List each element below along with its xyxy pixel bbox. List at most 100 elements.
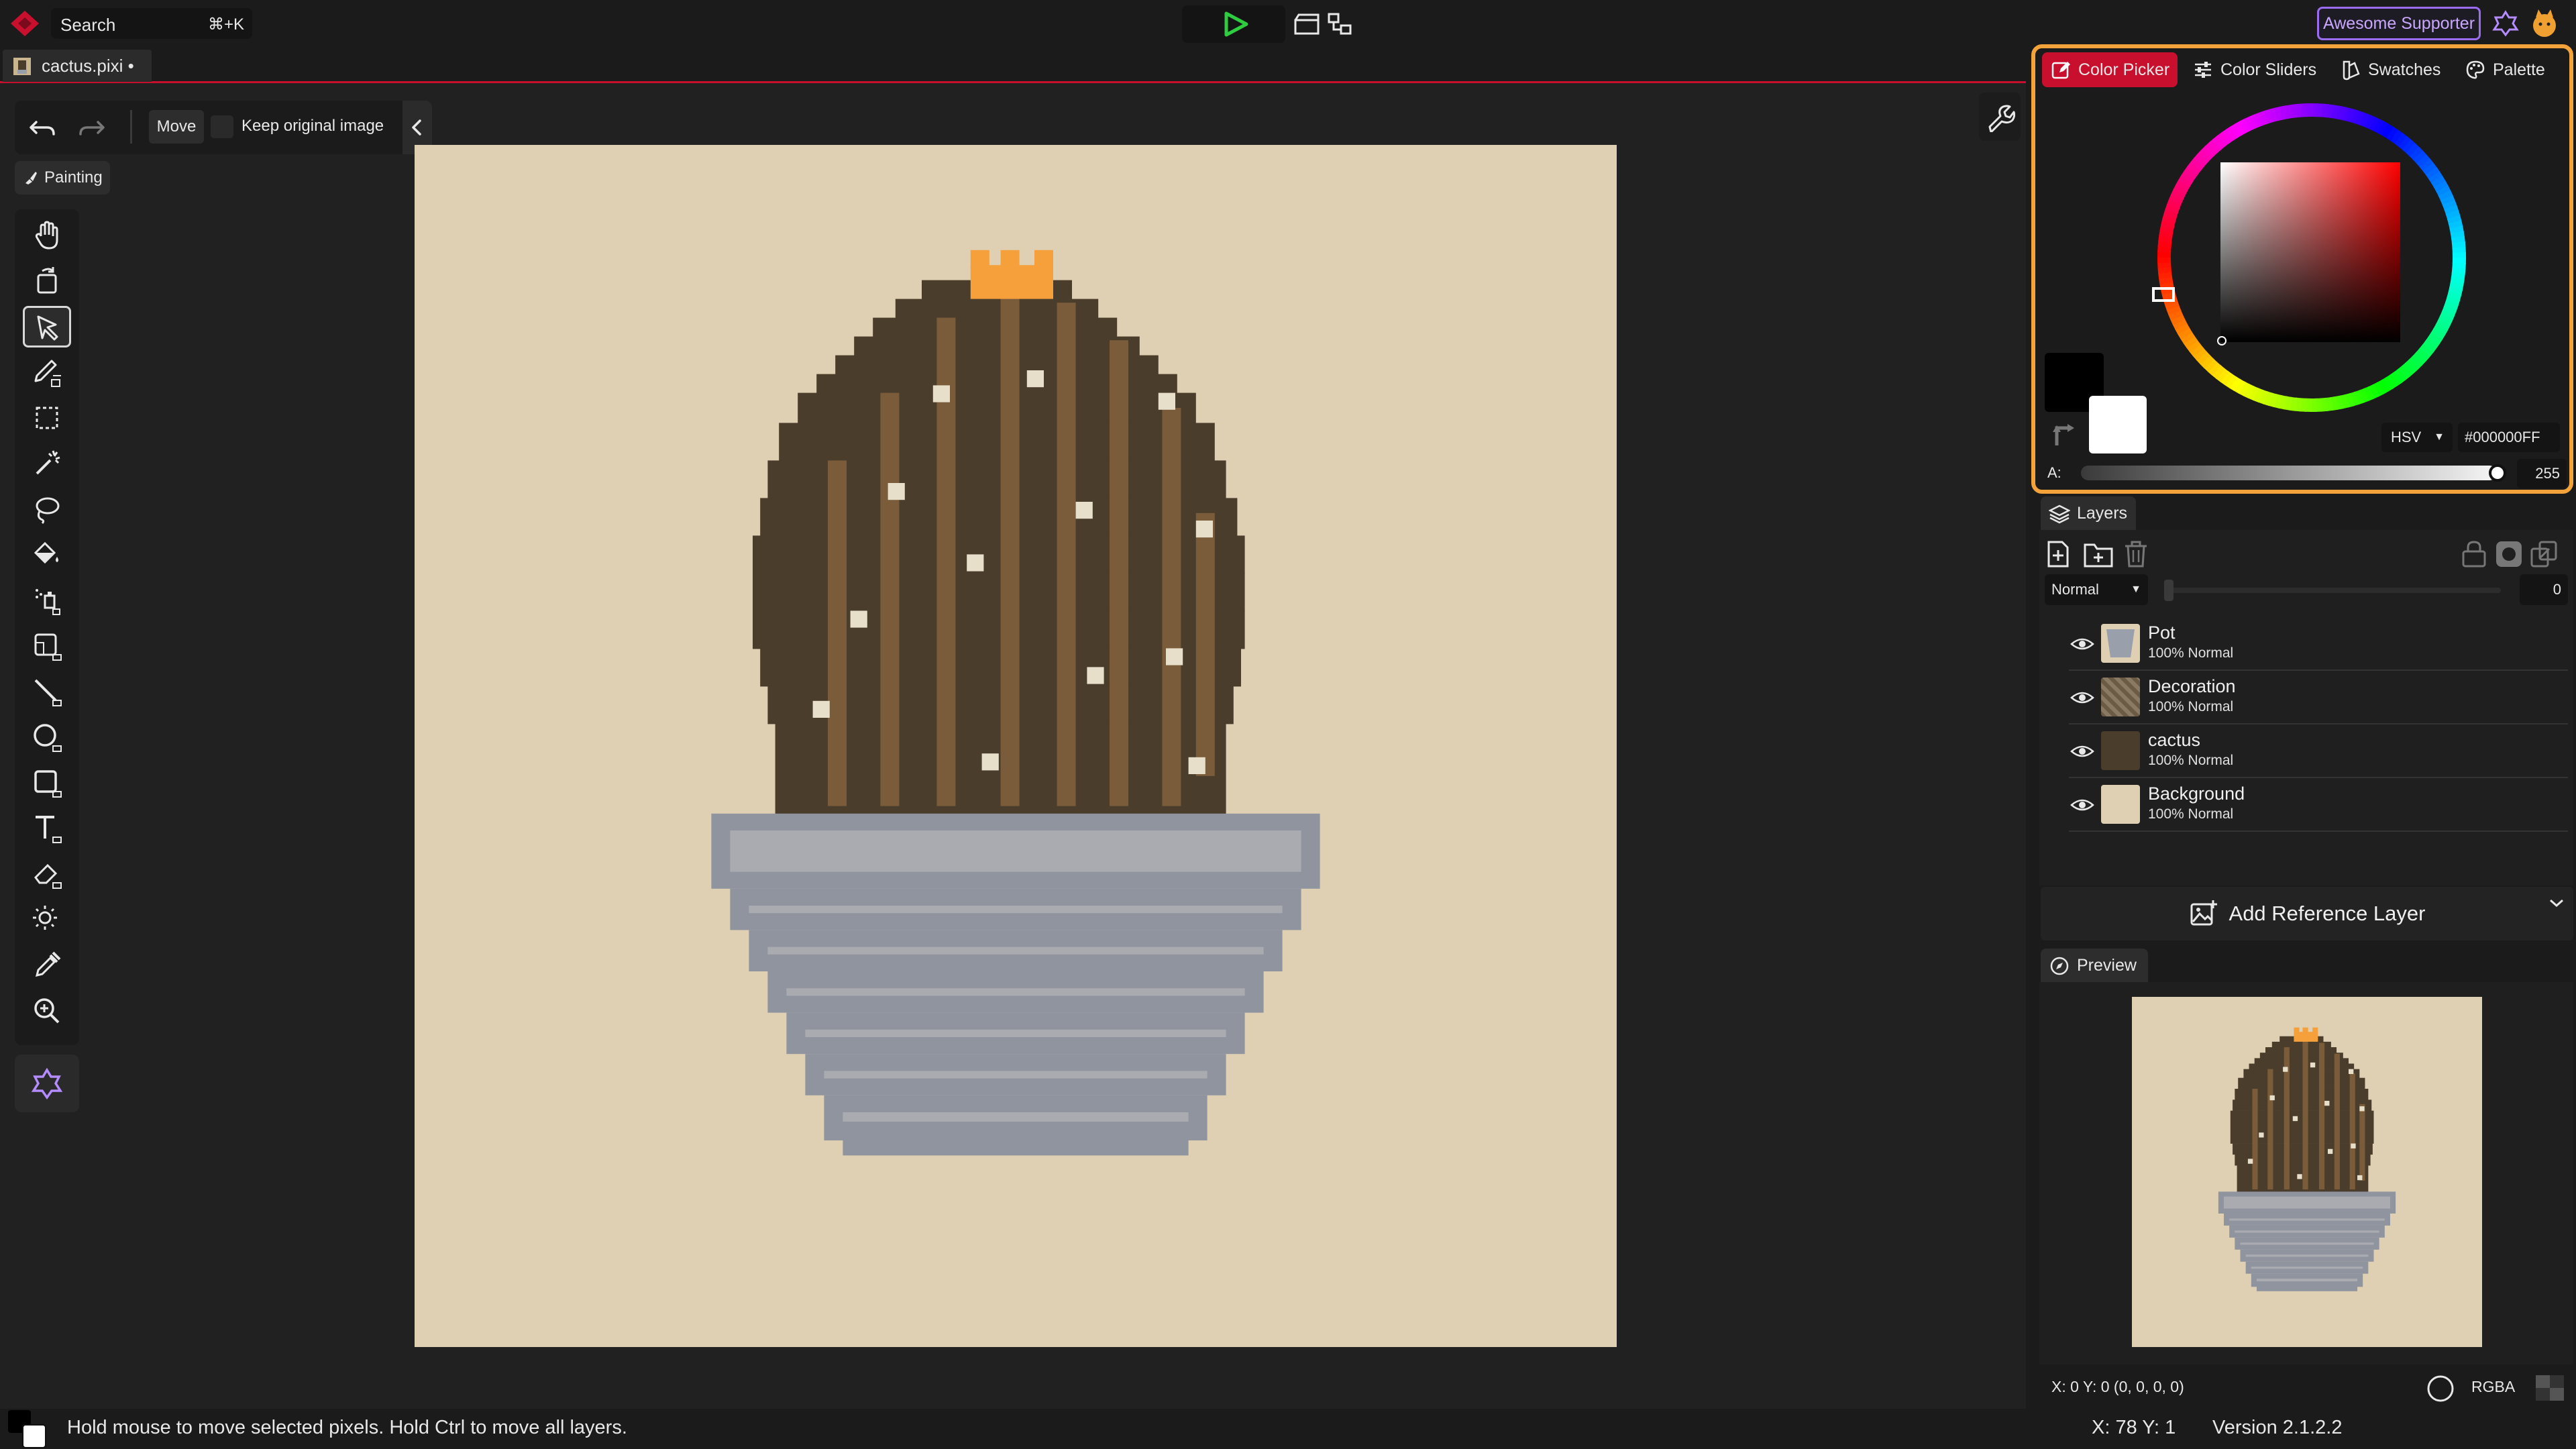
layer-item-decoration[interactable]: Decoration 100% Normal [2069,671,2568,724]
alpha-value-field[interactable]: 255 [2517,459,2567,488]
tab-palette[interactable]: Palette [2457,52,2553,87]
extensions-button[interactable] [15,1055,79,1112]
ellipse-tool[interactable] [23,716,71,758]
clapperboard-icon[interactable] [1293,12,1320,36]
layer-name: Pot [2148,623,2176,643]
text-tool[interactable] [23,808,71,849]
palette-icon [2466,60,2485,79]
color-swatches-mini[interactable] [7,1407,47,1448]
ellipse-icon [34,724,62,752]
tab-color-sliders-label: Color Sliders [2220,60,2317,79]
visibility-eye-icon[interactable] [2069,686,2096,710]
redo-icon[interactable] [76,114,106,141]
layer-item-pot[interactable]: Pot 100% Normal [2069,617,2568,671]
magic-wand-icon [36,450,60,475]
chevron-down-icon[interactable] [2546,895,2567,911]
rectangle-icon [34,770,62,798]
pen-icon [34,360,61,387]
puzzle-icon [31,1067,63,1100]
layer-thumbnail [2101,785,2140,824]
visibility-eye-icon[interactable] [2069,793,2096,817]
paint-bucket-icon [34,541,58,564]
toolset-painting-button[interactable]: Painting [15,161,110,195]
puzzle-icon[interactable] [2491,9,2520,38]
hex-color-field[interactable]: #000000FF [2458,423,2560,452]
layer-name: cactus [2148,730,2201,750]
supporter-badge[interactable]: Awesome Supporter [2317,7,2481,40]
blend-mode-select[interactable]: Normal ▼ [2045,574,2148,605]
line-tool[interactable] [23,671,71,712]
top-bar [0,0,2576,47]
brightness-icon [33,906,57,930]
lock-layer-icon[interactable] [2461,539,2487,569]
zoom-tool[interactable] [23,990,71,1032]
lasso-tool[interactable] [23,488,71,530]
alpha-slider[interactable] [2081,466,2497,480]
search-label: Search [60,15,116,35]
magic-wand-tool[interactable] [23,443,71,484]
app-logo-icon[interactable] [9,9,40,38]
spray-tool[interactable] [23,580,71,621]
color-picker-tool[interactable] [23,945,71,986]
layer-opacity-handle[interactable] [2164,580,2174,601]
tab-preview[interactable]: Preview [2041,949,2148,982]
new-folder-icon[interactable] [2082,539,2114,569]
visibility-eye-icon[interactable] [2069,739,2096,763]
alpha-slider-handle[interactable] [2489,464,2506,482]
swatches-icon [2343,60,2360,80]
canvas-settings-button[interactable] [1979,93,2021,141]
new-layer-icon[interactable] [2043,539,2073,569]
mask-layer-icon[interactable] [2494,539,2524,569]
layer-opacity-slider[interactable] [2165,588,2501,593]
fill-tool[interactable] [23,534,71,576]
document-tab[interactable]: cactus.pixi • [3,50,152,82]
play-button[interactable] [1182,5,1285,43]
rotate-viewport-tool[interactable] [23,260,71,302]
select-rect-icon [36,407,58,429]
cactus-artwork [711,250,1320,1156]
search-box[interactable]: Search ⌘+K [51,8,252,39]
undo-icon[interactable] [28,114,58,141]
circle-brush-icon[interactable] [2426,1374,2455,1403]
avatar[interactable] [2529,8,2560,39]
chevron-down-icon: ▼ [2131,584,2141,595]
preview-canvas[interactable] [2132,997,2482,1347]
tab-color-sliders[interactable]: Color Sliders [2184,52,2324,87]
color-mode-select[interactable]: HSV ▼ [2381,423,2453,452]
move-mode-button[interactable]: Move [149,110,204,144]
cursor-position: X: 78 Y: 1 [2092,1417,2176,1438]
checker-toggle-icon[interactable] [2534,1374,2565,1402]
tab-layers[interactable]: Layers [2041,496,2136,530]
eraser-tool[interactable] [23,853,71,895]
tab-color-picker[interactable]: Color Picker [2042,52,2178,87]
blur-tool[interactable] [23,625,71,667]
merge-layer-icon[interactable] [2529,539,2559,569]
divider [130,110,132,144]
arrow-cursor-icon [37,315,58,341]
brightness-tool[interactable] [23,899,71,941]
drawing-canvas[interactable] [415,145,1617,1347]
layer-meta: 100% Normal [2148,699,2234,714]
swap-colors-icon[interactable] [2047,416,2082,451]
rectangle-tool[interactable] [23,762,71,804]
delete-layer-icon[interactable] [2123,539,2149,569]
hue-wheel[interactable] [2147,93,2477,423]
secondary-color-swatch[interactable] [2089,396,2147,453]
pixel-info: X: 0 Y: 0 (0, 0, 0, 0) [2051,1378,2184,1395]
layer-opacity-value[interactable]: 0 [2520,574,2568,605]
layer-item-cactus[interactable]: cactus 100% Normal [2069,724,2568,778]
toolbar [15,209,79,1045]
pen-tool[interactable] [23,352,71,393]
add-reference-layer-button[interactable]: Add Reference Layer [2041,887,2573,941]
visibility-eye-icon[interactable] [2069,632,2096,656]
layer-item-background[interactable]: Background 100% Normal [2069,778,2568,832]
rectangle-select-tool[interactable] [23,397,71,439]
line-icon [34,679,62,706]
move-viewport-tool[interactable] [23,215,71,256]
keep-original-checkbox[interactable] [211,115,233,138]
sliders-icon [2195,62,2211,78]
move-tool[interactable] [23,306,71,347]
color-panel: Color Picker Color Sliders Swatches Pale… [2031,44,2573,494]
tab-swatches[interactable]: Swatches [2332,52,2449,87]
node-graph-icon[interactable] [1327,12,1354,36]
